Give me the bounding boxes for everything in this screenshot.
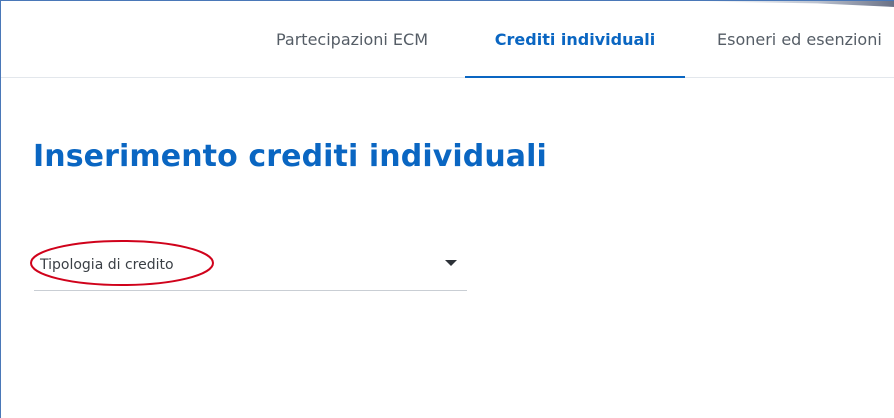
tab-bar: Partecipazioni ECM Crediti individuali E… <box>1 1 894 78</box>
credit-type-select-label: Tipologia di credito <box>40 257 174 273</box>
tab-crediti-individuali[interactable]: Crediti individuali <box>465 1 685 78</box>
tab-label: Crediti individuali <box>494 29 656 49</box>
credit-type-select[interactable]: Tipologia di credito <box>34 247 467 291</box>
tab-esoneri-esenzioni[interactable]: Esoneri ed esenzioni <box>687 1 894 77</box>
tab-label: Esoneri ed esenzioni <box>717 29 882 49</box>
page-title: Inserimento crediti individuali <box>33 139 547 174</box>
tab-partecipazioni-ecm[interactable]: Partecipazioni ECM <box>241 1 463 77</box>
app-window: Partecipazioni ECM Crediti individuali E… <box>0 0 894 418</box>
caret-down-icon[interactable] <box>445 260 457 266</box>
tab-label: Partecipazioni ECM <box>275 29 429 49</box>
